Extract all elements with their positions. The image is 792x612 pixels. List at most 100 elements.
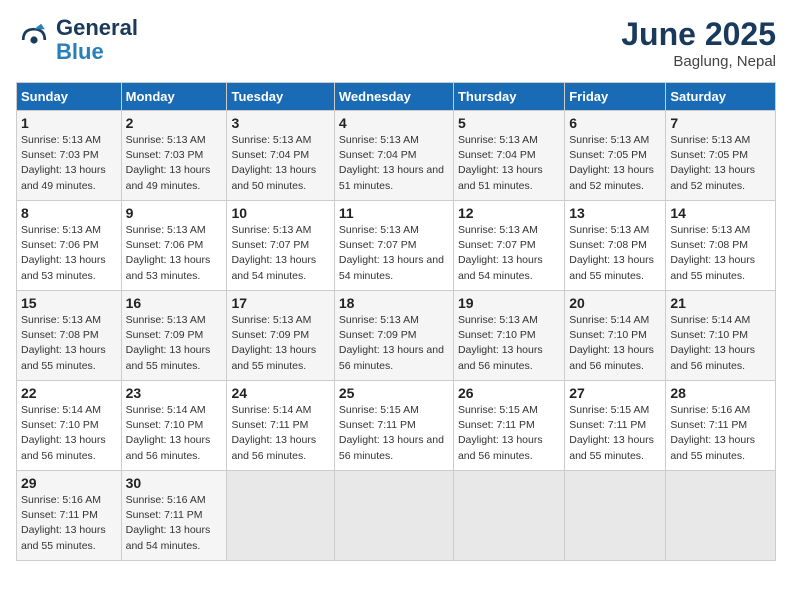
logo-line1: General [56,16,138,40]
title-block: June 2025 Baglung, Nepal [621,16,776,70]
table-row: 19 Sunrise: 5:13 AMSunset: 7:10 PMDaylig… [453,291,564,381]
day-number: 25 [339,385,449,401]
table-row: 2 Sunrise: 5:13 AMSunset: 7:03 PMDayligh… [121,111,227,201]
day-info: Sunrise: 5:13 AMSunset: 7:08 PMDaylight:… [670,223,771,284]
day-number: 1 [21,115,117,131]
table-row: 26 Sunrise: 5:15 AMSunset: 7:11 PMDaylig… [453,381,564,471]
calendar-week-row: 29 Sunrise: 5:16 AMSunset: 7:11 PMDaylig… [17,471,776,561]
header-wednesday: Wednesday [334,83,453,111]
table-row: 17 Sunrise: 5:13 AMSunset: 7:09 PMDaylig… [227,291,334,381]
header-sunday: Sunday [17,83,122,111]
calendar-week-row: 8 Sunrise: 5:13 AMSunset: 7:06 PMDayligh… [17,201,776,291]
header-saturday: Saturday [666,83,776,111]
day-info: Sunrise: 5:13 AMSunset: 7:04 PMDaylight:… [339,133,449,194]
table-row: 14 Sunrise: 5:13 AMSunset: 7:08 PMDaylig… [666,201,776,291]
table-row: 16 Sunrise: 5:13 AMSunset: 7:09 PMDaylig… [121,291,227,381]
table-row: 23 Sunrise: 5:14 AMSunset: 7:10 PMDaylig… [121,381,227,471]
logo-line2: Blue [56,40,138,64]
day-info: Sunrise: 5:13 AMSunset: 7:06 PMDaylight:… [21,223,117,284]
day-info: Sunrise: 5:13 AMSunset: 7:07 PMDaylight:… [339,223,449,284]
day-number: 3 [231,115,329,131]
weekday-header-row: Sunday Monday Tuesday Wednesday Thursday… [17,83,776,111]
day-number: 10 [231,205,329,221]
table-row: 3 Sunrise: 5:13 AMSunset: 7:04 PMDayligh… [227,111,334,201]
day-number: 15 [21,295,117,311]
table-row [666,471,776,561]
day-info: Sunrise: 5:13 AMSunset: 7:10 PMDaylight:… [458,313,560,374]
day-info: Sunrise: 5:13 AMSunset: 7:04 PMDaylight:… [458,133,560,194]
day-number: 27 [569,385,661,401]
day-number: 21 [670,295,771,311]
day-info: Sunrise: 5:13 AMSunset: 7:05 PMDaylight:… [670,133,771,194]
logo: General Blue [16,16,138,64]
table-row: 11 Sunrise: 5:13 AMSunset: 7:07 PMDaylig… [334,201,453,291]
day-info: Sunrise: 5:13 AMSunset: 7:09 PMDaylight:… [126,313,223,374]
day-info: Sunrise: 5:15 AMSunset: 7:11 PMDaylight:… [569,403,661,464]
day-number: 5 [458,115,560,131]
table-row: 9 Sunrise: 5:13 AMSunset: 7:06 PMDayligh… [121,201,227,291]
logo-icon [16,22,52,58]
table-row [227,471,334,561]
day-number: 22 [21,385,117,401]
day-info: Sunrise: 5:14 AMSunset: 7:10 PMDaylight:… [126,403,223,464]
table-row: 10 Sunrise: 5:13 AMSunset: 7:07 PMDaylig… [227,201,334,291]
day-info: Sunrise: 5:13 AMSunset: 7:08 PMDaylight:… [21,313,117,374]
day-info: Sunrise: 5:15 AMSunset: 7:11 PMDaylight:… [339,403,449,464]
day-number: 30 [126,475,223,491]
day-number: 6 [569,115,661,131]
day-info: Sunrise: 5:14 AMSunset: 7:10 PMDaylight:… [670,313,771,374]
day-number: 8 [21,205,117,221]
month-title: June 2025 [621,16,776,53]
table-row: 30 Sunrise: 5:16 AMSunset: 7:11 PMDaylig… [121,471,227,561]
day-info: Sunrise: 5:13 AMSunset: 7:07 PMDaylight:… [458,223,560,284]
day-number: 13 [569,205,661,221]
calendar-week-row: 15 Sunrise: 5:13 AMSunset: 7:08 PMDaylig… [17,291,776,381]
day-number: 29 [21,475,117,491]
location: Baglung, Nepal [621,53,776,70]
day-info: Sunrise: 5:13 AMSunset: 7:04 PMDaylight:… [231,133,329,194]
table-row: 18 Sunrise: 5:13 AMSunset: 7:09 PMDaylig… [334,291,453,381]
day-number: 4 [339,115,449,131]
day-info: Sunrise: 5:13 AMSunset: 7:09 PMDaylight:… [231,313,329,374]
day-number: 17 [231,295,329,311]
header-thursday: Thursday [453,83,564,111]
table-row [334,471,453,561]
day-number: 2 [126,115,223,131]
table-row: 15 Sunrise: 5:13 AMSunset: 7:08 PMDaylig… [17,291,122,381]
day-number: 16 [126,295,223,311]
day-number: 19 [458,295,560,311]
header-friday: Friday [565,83,666,111]
day-info: Sunrise: 5:13 AMSunset: 7:06 PMDaylight:… [126,223,223,284]
table-row: 21 Sunrise: 5:14 AMSunset: 7:10 PMDaylig… [666,291,776,381]
day-number: 9 [126,205,223,221]
table-row: 8 Sunrise: 5:13 AMSunset: 7:06 PMDayligh… [17,201,122,291]
day-info: Sunrise: 5:16 AMSunset: 7:11 PMDaylight:… [126,493,223,554]
day-info: Sunrise: 5:14 AMSunset: 7:10 PMDaylight:… [569,313,661,374]
day-info: Sunrise: 5:14 AMSunset: 7:10 PMDaylight:… [21,403,117,464]
table-row [453,471,564,561]
table-row: 29 Sunrise: 5:16 AMSunset: 7:11 PMDaylig… [17,471,122,561]
table-row: 12 Sunrise: 5:13 AMSunset: 7:07 PMDaylig… [453,201,564,291]
day-number: 23 [126,385,223,401]
table-row: 28 Sunrise: 5:16 AMSunset: 7:11 PMDaylig… [666,381,776,471]
day-info: Sunrise: 5:15 AMSunset: 7:11 PMDaylight:… [458,403,560,464]
table-row: 7 Sunrise: 5:13 AMSunset: 7:05 PMDayligh… [666,111,776,201]
day-number: 28 [670,385,771,401]
day-info: Sunrise: 5:13 AMSunset: 7:03 PMDaylight:… [21,133,117,194]
day-number: 24 [231,385,329,401]
header-monday: Monday [121,83,227,111]
day-number: 7 [670,115,771,131]
day-info: Sunrise: 5:13 AMSunset: 7:03 PMDaylight:… [126,133,223,194]
table-row: 22 Sunrise: 5:14 AMSunset: 7:10 PMDaylig… [17,381,122,471]
table-row: 27 Sunrise: 5:15 AMSunset: 7:11 PMDaylig… [565,381,666,471]
calendar-week-row: 22 Sunrise: 5:14 AMSunset: 7:10 PMDaylig… [17,381,776,471]
day-number: 26 [458,385,560,401]
calendar-week-row: 1 Sunrise: 5:13 AMSunset: 7:03 PMDayligh… [17,111,776,201]
table-row: 13 Sunrise: 5:13 AMSunset: 7:08 PMDaylig… [565,201,666,291]
day-info: Sunrise: 5:16 AMSunset: 7:11 PMDaylight:… [670,403,771,464]
page-header: General Blue June 2025 Baglung, Nepal [16,16,776,70]
day-number: 12 [458,205,560,221]
day-number: 18 [339,295,449,311]
table-row: 5 Sunrise: 5:13 AMSunset: 7:04 PMDayligh… [453,111,564,201]
table-row: 20 Sunrise: 5:14 AMSunset: 7:10 PMDaylig… [565,291,666,381]
